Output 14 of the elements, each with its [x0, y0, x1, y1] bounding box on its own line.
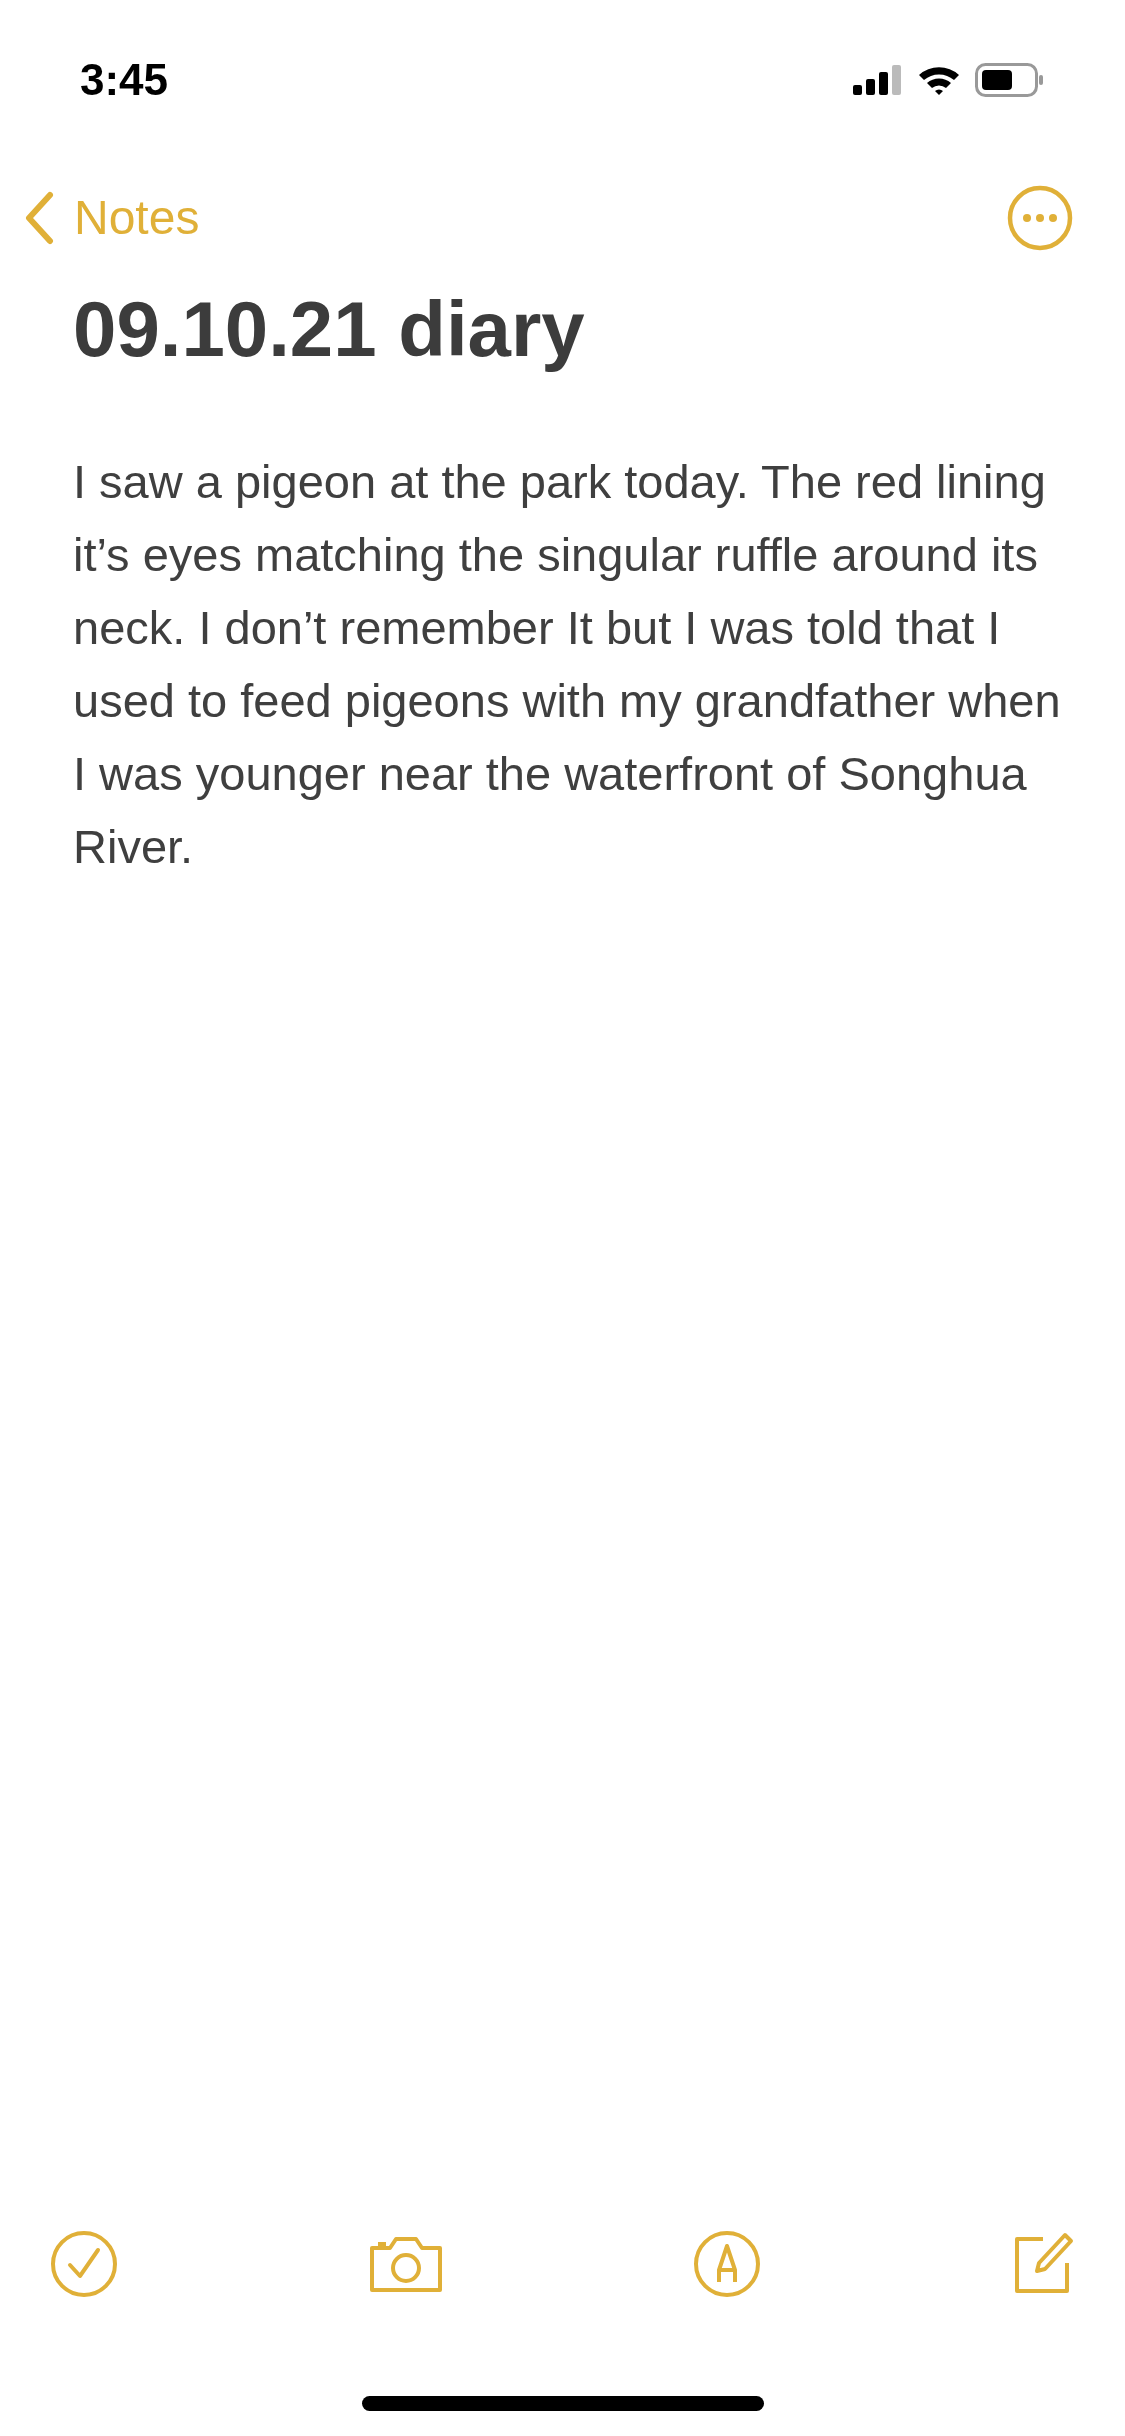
checklist-button[interactable] — [50, 2230, 118, 2298]
battery-icon — [975, 63, 1045, 97]
checkmark-circle-icon — [50, 2230, 118, 2298]
markup-button[interactable] — [693, 2230, 762, 2298]
more-icon — [1007, 184, 1073, 251]
note-title: 09.10.21 diary — [73, 284, 586, 375]
back-button[interactable]: Notes — [24, 181, 200, 254]
note-body: I saw a pigeon at the park today. The red lining it’s eyes matching the singular ruffle around its neck. I don’t remember It but I was told that I used to feed pigeons with my grandfather when I was younger near the waterfront of Songhua River. — [73, 453, 1062, 875]
pen-tip-circle-icon — [693, 2230, 762, 2298]
more-button[interactable] — [1007, 184, 1073, 251]
chevron-left-icon — [24, 190, 54, 245]
signal-icon — [853, 65, 903, 95]
status-time: 3:45 — [80, 54, 169, 106]
wifi-icon — [917, 64, 961, 96]
